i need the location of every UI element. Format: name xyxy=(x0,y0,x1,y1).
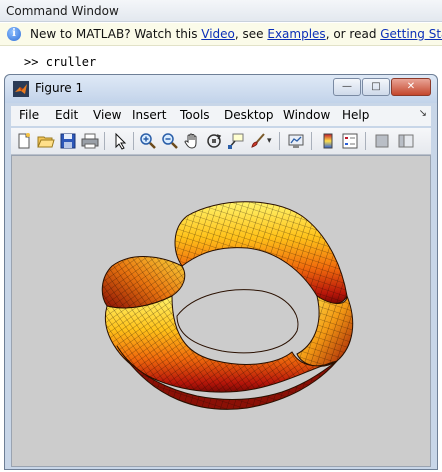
zoom-out-icon[interactable] xyxy=(161,132,179,150)
video-link[interactable]: Video xyxy=(201,27,235,41)
toolbar-separator xyxy=(279,132,280,150)
menu-help[interactable]: Help xyxy=(342,108,369,122)
command-line[interactable]: >> cruller xyxy=(24,55,96,69)
minimize-button[interactable]: — xyxy=(333,78,361,96)
getting-started-link[interactable]: Getting Started xyxy=(380,27,442,41)
data-cursor-icon[interactable] xyxy=(227,132,245,150)
new-figure-icon[interactable] xyxy=(15,132,33,150)
brush-icon[interactable] xyxy=(249,132,267,150)
open-file-icon[interactable] xyxy=(37,132,55,150)
menu-insert[interactable]: Insert xyxy=(132,108,166,122)
menu-bar: File Edit View Insert Tools Desktop Wind… xyxy=(11,106,431,126)
figure-title: Figure 1 xyxy=(35,81,84,95)
select-arrow-icon[interactable] xyxy=(111,132,129,150)
save-icon[interactable] xyxy=(59,132,77,150)
toolbar-separator xyxy=(104,132,105,150)
figure-toolbar: ▾ xyxy=(11,128,431,155)
menu-view[interactable]: View xyxy=(93,108,121,122)
info-bar: i New to MATLAB? Watch this Video, see E… xyxy=(0,23,442,46)
prompt-symbol: >> xyxy=(24,55,39,69)
info-text-mid2: , or read xyxy=(325,27,381,41)
menu-file[interactable]: File xyxy=(19,108,39,122)
colorbar-icon[interactable] xyxy=(319,132,337,150)
print-icon[interactable] xyxy=(81,132,99,150)
dock-arrow-icon[interactable]: ↘ xyxy=(419,108,427,119)
toolbar-separator xyxy=(133,132,134,150)
info-text-mid1: , see xyxy=(234,27,268,41)
legend-icon[interactable] xyxy=(341,132,359,150)
rotate-3d-icon[interactable] xyxy=(205,132,223,150)
hide-plot-tools-icon[interactable] xyxy=(373,132,391,150)
command-text: cruller xyxy=(45,55,97,69)
plot-area[interactable] xyxy=(11,155,431,467)
figure-titlebar[interactable]: Figure 1 — □ ✕ xyxy=(5,75,437,103)
menu-edit[interactable]: Edit xyxy=(55,108,78,122)
toolbar-separator xyxy=(365,132,366,150)
show-plot-tools-icon[interactable] xyxy=(397,132,415,150)
examples-link[interactable]: Examples xyxy=(267,27,325,41)
info-icon: i xyxy=(7,27,21,41)
pan-hand-icon[interactable] xyxy=(183,132,201,150)
close-button[interactable]: ✕ xyxy=(391,78,431,96)
zoom-in-icon[interactable] xyxy=(139,132,157,150)
menu-tools[interactable]: Tools xyxy=(180,108,210,122)
cruller-surface-plot xyxy=(101,201,354,410)
menu-window[interactable]: Window xyxy=(283,108,330,122)
figure-window: Figure 1 — □ ✕ File Edit View Insert Too… xyxy=(4,74,438,470)
brush-dropdown-icon[interactable]: ▾ xyxy=(267,132,275,150)
toolbar-separator xyxy=(311,132,312,150)
matlab-logo-icon xyxy=(13,81,29,97)
menu-desktop[interactable]: Desktop xyxy=(224,108,274,122)
command-window-title: Command Window xyxy=(0,0,442,22)
link-plot-icon[interactable] xyxy=(287,132,305,150)
info-text-prefix: New to MATLAB? Watch this xyxy=(30,27,202,41)
maximize-button[interactable]: □ xyxy=(362,78,390,96)
